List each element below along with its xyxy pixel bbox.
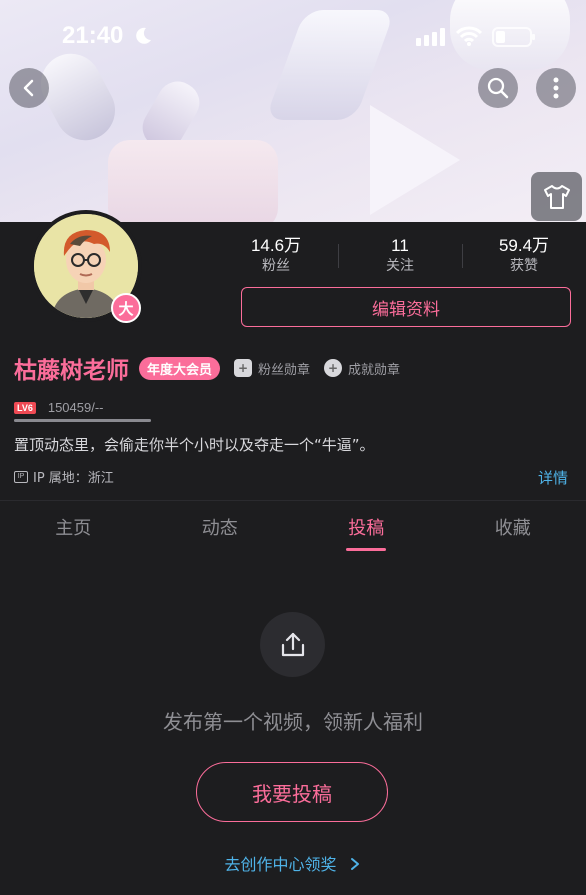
achievement-medal-icon: +: [324, 359, 343, 377]
banner-shape: [108, 140, 278, 222]
ip-location: IP IP 属地：浙江: [14, 467, 114, 486]
profile-tabs: 主页 动态 投稿 收藏: [0, 516, 586, 552]
edit-profile-button[interactable]: 编辑资料: [241, 287, 571, 327]
ip-location-text: IP 属地：浙江: [33, 471, 114, 486]
upload-glyph: [281, 632, 304, 656]
fan-medal-icon: +: [234, 359, 253, 377]
fan-medal-label: 粉丝勋章: [258, 362, 311, 378]
status-bar: 21:40: [0, 0, 586, 70]
stat-label: 关注: [386, 258, 414, 274]
tab-dynamics[interactable]: 动态: [147, 516, 294, 552]
stat-value: 59.4万: [498, 236, 550, 255]
stat-label: 获赞: [510, 258, 538, 274]
creator-center-link-label: 去创作中心领奖: [224, 855, 337, 874]
bio: 置顶动态里，会偷走你半个小时以及夺走一个“牛逼”。: [14, 436, 375, 454]
back-button[interactable]: [9, 68, 49, 108]
details-link[interactable]: 详情: [538, 467, 568, 488]
chevron-left-icon: [23, 79, 34, 97]
search-icon: [487, 77, 509, 99]
battery-icon: [492, 27, 535, 47]
stat-label: 粉丝: [262, 258, 290, 274]
submit-video-button[interactable]: 我要投稿: [196, 762, 388, 822]
banner-shape: [370, 105, 460, 215]
experience-bar: [14, 419, 151, 422]
tab-home[interactable]: 主页: [0, 516, 147, 552]
divider: [0, 500, 586, 501]
upload-icon: [260, 612, 325, 677]
profile-stats: 14.6万 粉丝 11 关注 59.4万 获赞: [214, 236, 586, 276]
name-row: 枯藤树老师 年度大会员 + 粉丝勋章 + 成就勋章: [14, 352, 400, 384]
avatar-badge: 大: [111, 293, 141, 323]
level-badge: LV6: [14, 401, 36, 414]
experience-bar-fill: [14, 419, 151, 422]
status-time: 21:40: [62, 22, 124, 49]
followers-stat[interactable]: 14.6万 粉丝: [214, 236, 338, 276]
wifi-icon: [456, 26, 482, 46]
search-button[interactable]: [478, 68, 518, 108]
likes-stat[interactable]: 59.4万 获赞: [462, 236, 586, 276]
level-row: LV6 150459/--: [14, 400, 104, 415]
achievement-medal-label: 成就勋章: [348, 362, 401, 378]
tab-favorites[interactable]: 收藏: [440, 516, 586, 552]
more-options-button[interactable]: [536, 68, 576, 108]
chevron-right-icon: [350, 858, 359, 870]
creator-center-link[interactable]: 去创作中心领奖: [0, 851, 586, 875]
experience-value: 150459/--: [47, 400, 104, 415]
username: 枯藤树老师: [14, 358, 129, 384]
fan-medal[interactable]: + 粉丝勋章: [234, 359, 310, 378]
ip-icon: IP: [14, 470, 28, 483]
achievement-medal[interactable]: + 成就勋章: [324, 359, 400, 378]
vip-badge[interactable]: 年度大会员: [139, 356, 221, 380]
stat-value: 11: [391, 236, 409, 255]
following-stat[interactable]: 11 关注: [338, 236, 462, 276]
empty-state-message: 发布第一个视频，领新人福利: [163, 710, 423, 734]
tshirt-icon: [543, 184, 570, 209]
signal-icon: [416, 28, 445, 46]
dress-up-button[interactable]: [531, 172, 582, 221]
more-vertical-icon: [553, 77, 559, 99]
stat-value: 14.6万: [250, 236, 302, 255]
moon-icon: [136, 27, 151, 44]
tab-submissions[interactable]: 投稿: [293, 516, 440, 552]
